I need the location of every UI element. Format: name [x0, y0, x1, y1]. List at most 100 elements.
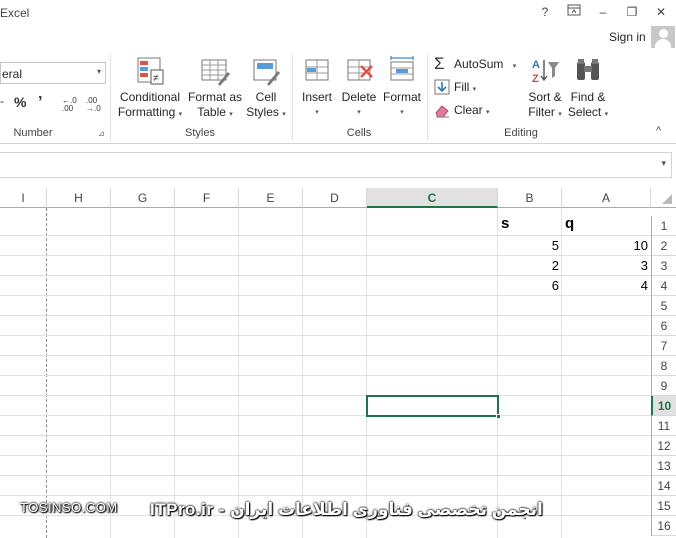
- format-as-table-icon: [200, 56, 230, 86]
- cell-styles-button[interactable]: Cell Styles ▾: [245, 56, 287, 122]
- sign-in-link[interactable]: Sign in: [609, 30, 646, 44]
- row-header[interactable]: 12: [651, 436, 676, 456]
- conditional-formatting-icon: ≠: [135, 56, 165, 86]
- format-as-table-label-2: Table: [197, 105, 226, 119]
- column-header-f[interactable]: F: [175, 188, 239, 208]
- restore-button[interactable]: ❐: [621, 3, 643, 21]
- row-header[interactable]: 16: [651, 516, 676, 536]
- row-header[interactable]: 6: [651, 316, 676, 336]
- cell-b3[interactable]: 2: [498, 256, 562, 276]
- cell-b4[interactable]: 6: [498, 276, 562, 296]
- row-header[interactable]: 15: [651, 496, 676, 516]
- delete-button[interactable]: Delete ▾: [339, 56, 379, 120]
- cell-styles-icon: [251, 56, 281, 86]
- cell-a2[interactable]: 10: [562, 236, 651, 256]
- sigma-icon: Σ: [434, 53, 445, 73]
- cell-b1[interactable]: s: [498, 214, 562, 234]
- find-select-button[interactable]: Find & Select ▾: [566, 56, 610, 122]
- number-group-label: Number: [13, 127, 53, 139]
- insert-label: Insert: [301, 90, 332, 104]
- cell-a4[interactable]: 4: [562, 276, 651, 296]
- delete-label: Delete: [341, 90, 377, 104]
- format-as-table-label: Format as: [187, 90, 242, 104]
- page-break-line: [46, 208, 47, 538]
- chevron-down-icon: ▾: [558, 111, 562, 118]
- conditional-formatting-button[interactable]: ≠ Conditional Formatting ▾: [116, 56, 184, 122]
- ribbon-display-options-button[interactable]: [563, 3, 585, 21]
- chevron-down-icon: ▾: [472, 86, 477, 93]
- format-cells-icon: [387, 56, 417, 86]
- number-format-dropdown[interactable]: eral ▾: [0, 62, 106, 84]
- comma-style-button[interactable]: ’: [38, 94, 42, 112]
- number-format-value: eral: [2, 67, 23, 81]
- row-header[interactable]: 3: [651, 256, 676, 276]
- active-cell-c10[interactable]: [366, 395, 501, 419]
- watermark-itpro: ITPro.ir - انجمن تخصصی فناوری اطلاعات ای…: [150, 500, 543, 519]
- styles-group-label: Styles: [185, 127, 215, 139]
- insert-button[interactable]: Insert ▾: [298, 56, 336, 120]
- chevron-down-icon: ▾: [512, 63, 517, 70]
- cell-b2[interactable]: 5: [498, 236, 562, 256]
- fill-handle[interactable]: [496, 414, 501, 419]
- column-header-b[interactable]: B: [498, 188, 562, 208]
- chevron-down-icon: ▾: [400, 109, 404, 116]
- group-divider: [292, 54, 293, 140]
- avatar-icon[interactable]: [651, 26, 675, 48]
- ribbon-display-icon: [567, 4, 581, 16]
- chevron-down-icon: ▾: [96, 67, 101, 76]
- row-header[interactable]: 4: [651, 276, 676, 296]
- row-header-selected[interactable]: 10: [651, 396, 676, 416]
- row-header[interactable]: 1: [651, 216, 676, 236]
- row-header[interactable]: 14: [651, 476, 676, 496]
- column-header-d[interactable]: D: [303, 188, 367, 208]
- svg-text:A: A: [532, 59, 540, 71]
- column-header-h[interactable]: H: [47, 188, 111, 208]
- increase-decimal-button[interactable]: ←.0 .00: [62, 97, 80, 113]
- binoculars-icon: [573, 56, 603, 86]
- conditional-formatting-label: Conditional: [119, 90, 181, 104]
- title-bar: Excel ? – ❐ ✕: [0, 0, 676, 26]
- cells-group-label: Cells: [346, 127, 372, 139]
- formula-bar[interactable]: ▾: [0, 152, 672, 178]
- row-header[interactable]: 11: [651, 416, 676, 436]
- column-header-g[interactable]: G: [111, 188, 175, 208]
- percent-style-button[interactable]: %: [14, 94, 26, 110]
- worksheet-grid[interactable]: I H G F E D C B A 1 2 3 4 5 6 7 8 9 10 1…: [0, 188, 676, 538]
- format-button[interactable]: Format ▾: [381, 56, 423, 120]
- decrease-decimal-button[interactable]: .00 →.0: [86, 97, 104, 113]
- close-button[interactable]: ✕: [650, 3, 672, 21]
- row-header[interactable]: 8: [651, 356, 676, 376]
- clear-button[interactable]: Clear ▾: [434, 100, 490, 120]
- row-header[interactable]: 13: [651, 456, 676, 476]
- cell-a1[interactable]: q: [562, 214, 651, 234]
- number-dialog-launcher-icon[interactable]: ⊿: [98, 129, 105, 138]
- cell-a3[interactable]: 3: [562, 256, 651, 276]
- find-select-label: Find &: [570, 90, 606, 104]
- row-header[interactable]: 7: [651, 336, 676, 356]
- row-header[interactable]: 9: [651, 376, 676, 396]
- fill-button[interactable]: Fill ▾: [434, 77, 476, 97]
- insert-cells-icon: [302, 56, 332, 86]
- autosum-button[interactable]: Σ AutoSum ▾: [434, 54, 516, 74]
- chevron-down-icon: ▾: [178, 111, 183, 118]
- column-header-a[interactable]: A: [562, 188, 651, 208]
- column-header-c[interactable]: C: [367, 188, 498, 208]
- format-as-table-button[interactable]: Format as Table ▾: [186, 56, 244, 122]
- fill-down-icon: [434, 79, 450, 95]
- delete-cells-icon: [344, 56, 374, 86]
- clear-label: Clear: [454, 103, 483, 117]
- collapse-ribbon-icon[interactable]: ^: [656, 125, 661, 137]
- sort-filter-icon: AZ: [530, 56, 560, 86]
- row-header[interactable]: 5: [651, 296, 676, 316]
- row-header[interactable]: 2: [651, 236, 676, 256]
- select-all-button[interactable]: [651, 188, 676, 208]
- column-header-i[interactable]: I: [0, 188, 47, 208]
- chevron-down-icon: ▾: [229, 111, 233, 118]
- minimize-button[interactable]: –: [592, 3, 614, 21]
- column-header-e[interactable]: E: [239, 188, 303, 208]
- expand-formula-bar-icon[interactable]: ▾: [661, 158, 666, 169]
- help-button[interactable]: ?: [534, 3, 556, 21]
- svg-text:Z: Z: [532, 73, 539, 85]
- currency-dropdown-button[interactable]: -: [0, 94, 4, 108]
- sort-filter-button[interactable]: AZ Sort & Filter ▾: [524, 56, 566, 122]
